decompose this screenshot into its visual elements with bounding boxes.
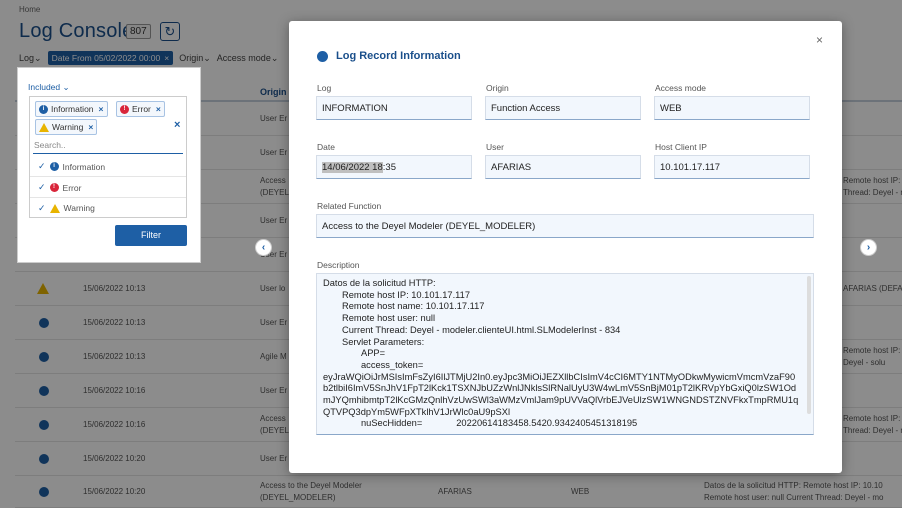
clear-all-icon[interactable]: × [174, 119, 180, 131]
chevron-left-icon: ‹ [261, 242, 266, 253]
log-label: Log [317, 83, 332, 93]
filter-selection-box: i Information × ! Error × Warning × × Se… [29, 96, 187, 218]
date-selected-text: 14/06/2022 18 [322, 162, 383, 173]
chevron-right-icon: › [866, 242, 871, 253]
description-scrollbar[interactable] [807, 276, 811, 414]
error-icon: ! [120, 104, 129, 114]
description-line: Current Thread: Deyel - modeler.clienteU… [342, 324, 621, 335]
checkmark-icon: ✓ [38, 182, 46, 192]
close-icon[interactable]: × [816, 33, 823, 47]
description-token: eyJraWQiOiJrMSIsImFsZyI6IlJTMjU2In0.eyJp… [323, 371, 799, 417]
remove-tag-icon[interactable]: × [156, 104, 161, 114]
option-error[interactable]: ✓ ! Error [30, 178, 186, 198]
description-line: Remote host name: 10.101.17.117 [342, 301, 485, 312]
description-line: Remote host IP: 10.101.17.117 [342, 289, 471, 300]
previous-record-button[interactable]: ‹ [255, 239, 272, 256]
info-icon: i [49, 162, 59, 171]
error-icon: ! [49, 183, 59, 192]
access-mode-label: Access mode [655, 83, 707, 93]
access-mode-field[interactable]: WEB [654, 96, 810, 120]
origin-field[interactable]: Function Access [485, 96, 641, 120]
date-rest-text: :35 [382, 162, 396, 173]
date-label: Date [317, 142, 335, 152]
origin-label: Origin [486, 83, 509, 93]
checkmark-icon: ✓ [38, 202, 46, 213]
tag-information: i Information × [35, 101, 108, 117]
user-field[interactable]: AFARIAS [485, 155, 641, 179]
search-input[interactable]: Search.. [33, 138, 183, 154]
related-function-field[interactable]: Access to the Deyel Modeler (DEYEL_MODEL… [316, 214, 814, 238]
user-label: User [486, 142, 504, 152]
option-information[interactable]: ✓ i Information [30, 157, 186, 177]
filter-button[interactable]: Filter [115, 225, 187, 246]
log-field[interactable]: INFORMATION [316, 96, 472, 120]
info-icon: i [39, 104, 48, 114]
option-warning[interactable]: ✓ Warning [30, 198, 186, 218]
log-record-modal: Log Record Information × Log INFORMATION… [289, 21, 842, 473]
info-icon [317, 51, 328, 62]
description-line: Remote host user: null [342, 313, 436, 324]
description-line: Servlet Parameters: [342, 336, 425, 347]
chevron-down-icon: ⌄ [62, 82, 70, 92]
description-line: access_token= [361, 359, 424, 370]
next-record-button[interactable]: › [860, 239, 877, 256]
description-line: APP= [361, 348, 386, 359]
remove-tag-icon[interactable]: × [99, 104, 104, 114]
date-field[interactable]: 14/06/2022 18:35 [316, 155, 472, 179]
modal-title: Log Record Information [336, 50, 461, 62]
description-field[interactable]: Datos de la solicitud HTTP: Remote host … [316, 273, 814, 435]
tag-warning: Warning × [35, 119, 98, 135]
remove-tag-icon[interactable]: × [88, 122, 93, 132]
tag-error: ! Error × [116, 101, 165, 117]
warning-icon [39, 122, 49, 132]
host-client-ip-field[interactable]: 10.101.17.117 [654, 155, 810, 179]
checkmark-icon: ✓ [38, 161, 46, 171]
host-client-ip-label: Host Client IP [655, 142, 707, 152]
warning-icon [49, 203, 60, 213]
related-function-label: Related Function [317, 201, 382, 211]
description-label: Description [317, 260, 360, 270]
description-line: Datos de la solicitud HTTP: [323, 278, 436, 288]
included-selector[interactable]: Included ⌄ [28, 82, 70, 93]
description-line: nuSecHidden= 20220614183458.5420.93424054… [361, 418, 638, 429]
